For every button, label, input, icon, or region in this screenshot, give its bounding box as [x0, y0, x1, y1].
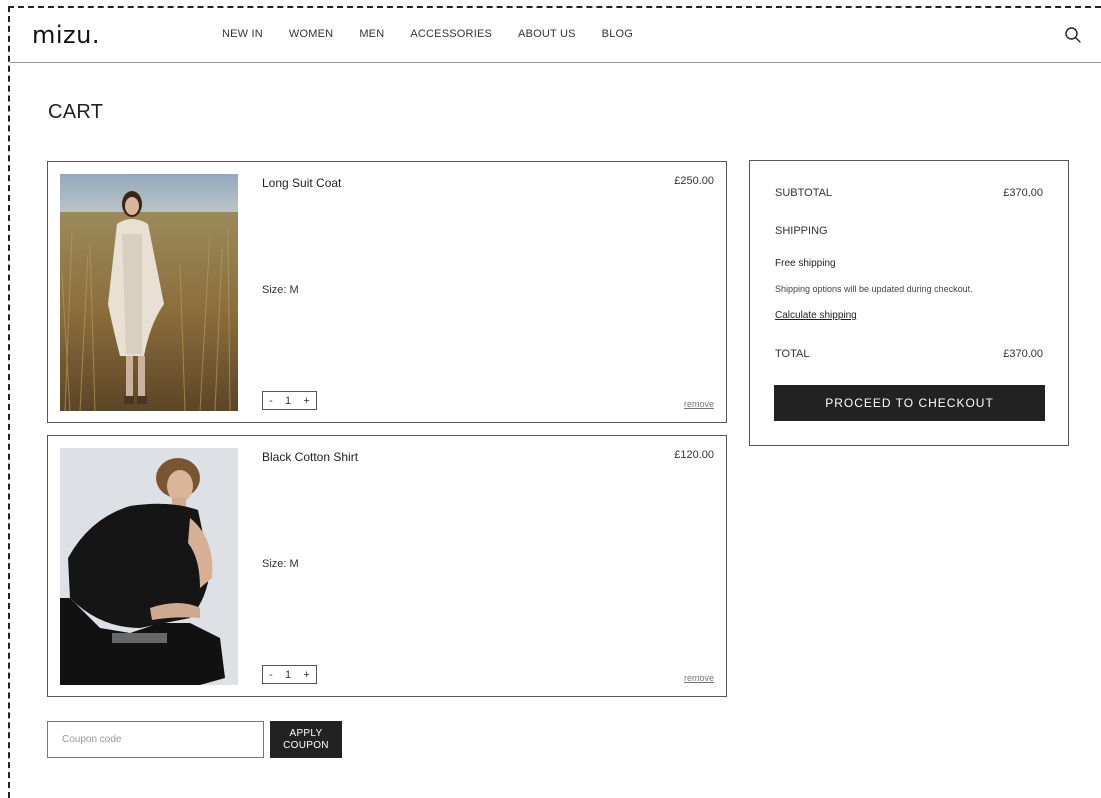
brand-logo[interactable]: mizu.: [32, 21, 100, 49]
cart-item: Black Cotton Shirt £120.00 Size: M - 1 +…: [47, 435, 727, 697]
coupon-input[interactable]: [47, 721, 264, 758]
subtotal-value: £370.00: [1003, 187, 1043, 199]
subtotal-row: SUBTOTAL £370.00: [775, 187, 1043, 199]
nav-item-accessories[interactable]: ACCESSORIES: [410, 28, 492, 40]
product-image-shirt[interactable]: [60, 448, 238, 685]
shipping-note: Shipping options will be updated during …: [775, 284, 1043, 294]
total-value: £370.00: [1003, 348, 1043, 360]
calculate-shipping: Calculate shipping: [775, 310, 1043, 321]
nav-item-about-us[interactable]: ABOUT US: [518, 28, 576, 40]
product-price: £120.00: [674, 449, 714, 461]
quantity-value: 1: [285, 394, 292, 407]
apply-coupon-line-1: APPLY: [289, 727, 323, 739]
nav-item-blog[interactable]: BLOG: [602, 28, 633, 40]
frame-border-left: [8, 6, 10, 798]
product-size: Size: M: [262, 284, 299, 296]
nav-item-men[interactable]: MEN: [359, 28, 384, 40]
remove-link[interactable]: remove: [684, 673, 714, 683]
quantity-value: 1: [285, 668, 292, 681]
apply-coupon-line-2: COUPON: [283, 739, 329, 751]
main-nav: NEW IN WOMEN MEN ACCESSORIES ABOUT US BL…: [222, 28, 659, 40]
increment-button[interactable]: +: [303, 395, 309, 407]
page-title: CART: [48, 101, 104, 123]
nav-item-women[interactable]: WOMEN: [289, 28, 333, 40]
site-header: mizu. NEW IN WOMEN MEN ACCESSORIES ABOUT…: [10, 8, 1101, 63]
size-label: Size:: [262, 284, 287, 296]
shipping-note-text: Shipping options will be updated during …: [775, 284, 973, 294]
remove-link[interactable]: remove: [684, 399, 714, 409]
decrement-button[interactable]: -: [269, 395, 273, 407]
size-label: Size:: [262, 558, 287, 570]
product-price: £250.00: [674, 175, 714, 187]
shipping-method: Free shipping: [775, 258, 1043, 269]
total-row: TOTAL £370.00: [775, 348, 1043, 360]
nav-item-new-in[interactable]: NEW IN: [222, 28, 263, 40]
calculate-shipping-link[interactable]: Calculate shipping: [775, 310, 857, 321]
apply-coupon-button[interactable]: APPLY COUPON: [270, 721, 342, 758]
shipping-label: SHIPPING: [775, 225, 828, 237]
search-icon[interactable]: [1064, 26, 1082, 44]
product-name[interactable]: Long Suit Coat: [262, 176, 341, 190]
quantity-stepper: - 1 +: [262, 391, 317, 410]
total-label: TOTAL: [775, 348, 810, 360]
increment-button[interactable]: +: [303, 669, 309, 681]
product-size: Size: M: [262, 558, 299, 570]
apply-coupon-label: APPLY COUPON: [283, 728, 329, 752]
checkout-button[interactable]: PROCEED TO CHECKOUT: [774, 385, 1045, 421]
product-name[interactable]: Black Cotton Shirt: [262, 450, 358, 464]
decrement-button[interactable]: -: [269, 669, 273, 681]
size-value: M: [289, 558, 299, 570]
order-summary: SUBTOTAL £370.00 SHIPPING Free shipping …: [749, 160, 1069, 446]
quantity-stepper: - 1 +: [262, 665, 317, 684]
cart-item: Long Suit Coat £250.00 Size: M - 1 + rem…: [47, 161, 727, 423]
subtotal-label: SUBTOTAL: [775, 187, 833, 199]
size-value: M: [289, 284, 299, 296]
shipping-row: SHIPPING: [775, 225, 1043, 237]
shipping-method-text: Free shipping: [775, 258, 836, 269]
product-image-coat[interactable]: [60, 174, 238, 411]
